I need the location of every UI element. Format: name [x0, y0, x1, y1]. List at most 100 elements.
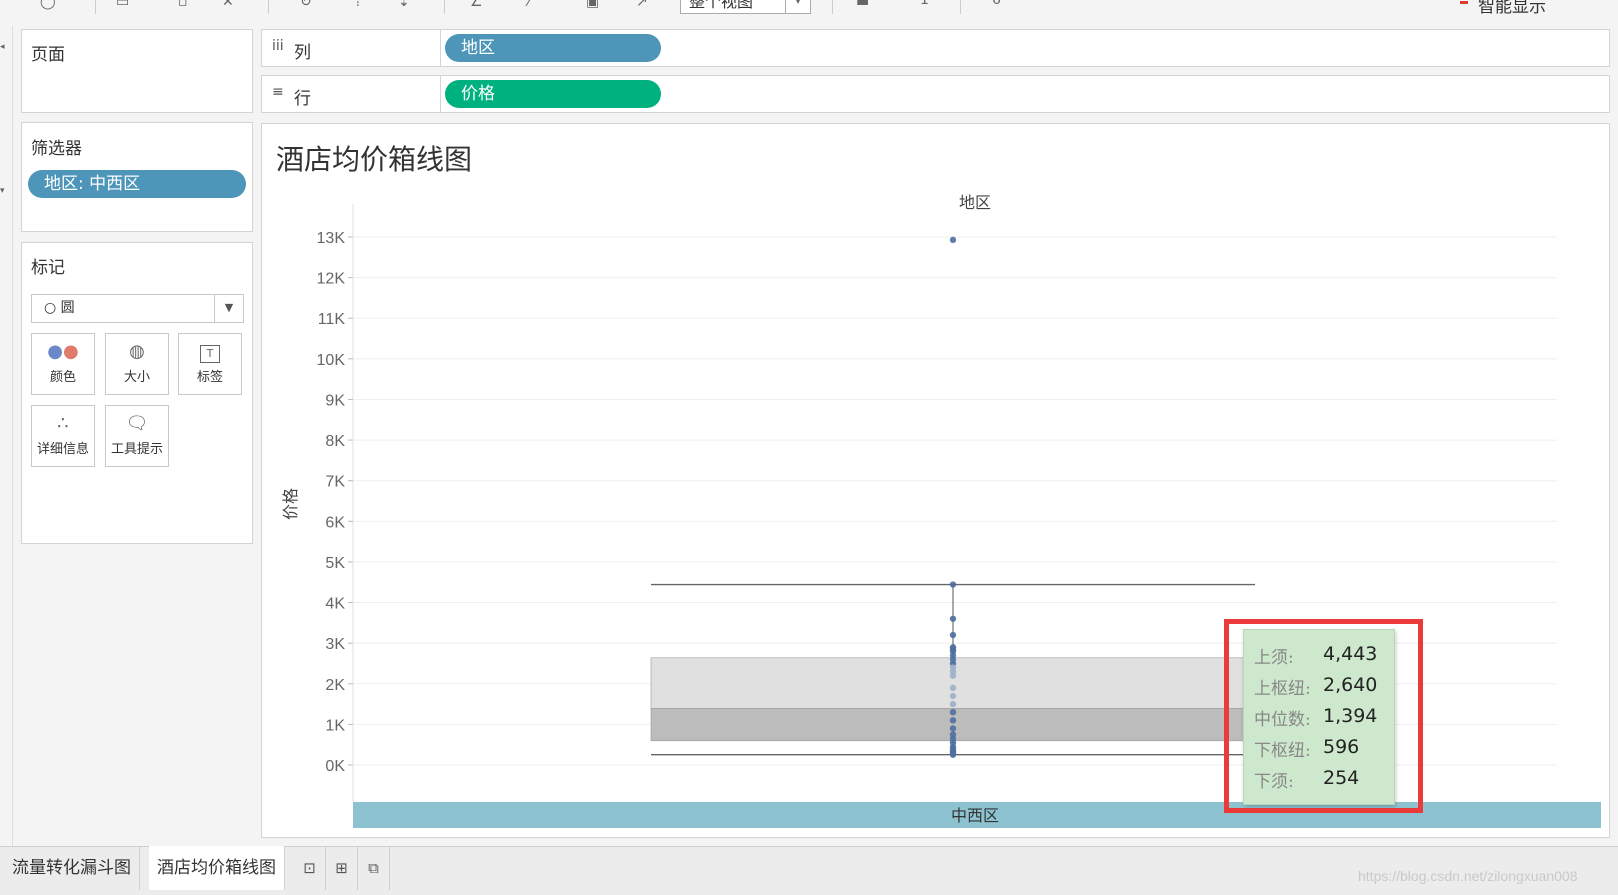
new-worksheet-icon[interactable]: ⊡	[294, 846, 326, 890]
chevron-down-icon: ▾	[785, 0, 810, 13]
detail-button[interactable]: ∴ 详细信息	[31, 405, 95, 467]
toolbar-number-a: 1	[920, 0, 929, 8]
y-axis-label: 价格	[282, 488, 300, 520]
y-axis: 0K 1K 2K 3K 4K 5K 6K 7K 8K 9K 10K 11K 12K 13K	[317, 230, 353, 775]
data-point	[949, 581, 957, 588]
labels-icon[interactable]: ▣	[586, 0, 599, 10]
label-button[interactable]: T 标签	[178, 333, 242, 395]
category-label: 中西区	[951, 807, 999, 825]
pages-card[interactable]: 页面	[21, 29, 253, 113]
filters-card[interactable]: 筛选器 地区: 中西区	[21, 122, 253, 232]
rows-shelf[interactable]: ≡ 行 价格	[261, 75, 1610, 113]
view-mode-dropdown[interactable]: 整个视图 ▾	[680, 0, 811, 14]
data-point	[949, 751, 957, 758]
marks-card-title: 标记	[31, 258, 65, 278]
speech-bubble-icon: 🗨	[125, 413, 149, 434]
tab-funnel-chart[interactable]: 流量转化漏斗图	[4, 846, 140, 890]
size-button-label: 大小	[123, 370, 150, 385]
y-tick-label: 4K	[325, 596, 345, 613]
highlight-annotation-box	[1224, 619, 1423, 813]
data-point	[949, 725, 957, 732]
data-point	[949, 684, 957, 692]
y-tick-label: 5K	[325, 555, 345, 572]
smart-show-label: 智能显示	[1478, 0, 1546, 17]
y-tick-label: 7K	[325, 474, 345, 491]
filter-pill-region[interactable]: 地区: 中西区	[28, 170, 246, 198]
filters-card-title: 筛选器	[31, 139, 82, 159]
undo-icon[interactable]: ◯	[40, 0, 56, 10]
circle-icon: ○	[44, 300, 61, 316]
shelf-divider	[440, 76, 441, 112]
toolbar-divider	[444, 0, 445, 14]
y-tick-label: 8K	[325, 433, 345, 450]
duplicate-icon[interactable]: ▫	[178, 0, 188, 10]
view-mode-value: 整个视图	[689, 0, 754, 11]
text-label-icon: T	[179, 334, 241, 366]
y-tick-label: 10K	[317, 352, 346, 369]
sort-asc-icon[interactable]: ⇡	[352, 0, 364, 10]
highlight-icon[interactable]: ∠	[470, 0, 483, 10]
y-tick-label: 11K	[318, 311, 346, 328]
color-button[interactable]: ●● 颜色	[31, 333, 95, 395]
tooltip-button[interactable]: 🗨 工具提示	[105, 405, 169, 467]
color-button-label: 颜色	[49, 370, 76, 385]
data-point	[949, 615, 957, 622]
sort-desc-icon[interactable]: ⇣	[398, 0, 410, 10]
smart-show-button[interactable]: 智能显示	[1460, 0, 1546, 17]
column-header: 地区	[959, 194, 991, 212]
data-pane-edge: ◂ ▾	[0, 26, 13, 846]
y-tick-label: 6K	[325, 514, 345, 531]
size-button[interactable]: ◍ 大小	[105, 333, 169, 395]
clear-sheet-icon[interactable]: ✕	[222, 0, 234, 10]
y-tick-label: 12K	[317, 271, 346, 288]
mark-type-value: 圆	[60, 300, 75, 316]
tab-box-plot[interactable]: 酒店均价箱线图	[149, 846, 285, 890]
tooltip-button-label: 工具提示	[110, 442, 163, 457]
watermark: https://blog.csdn.net/zilongxuan008	[1358, 868, 1578, 884]
data-point	[949, 700, 957, 708]
new-story-icon[interactable]: ⧉	[358, 846, 390, 890]
rows-shelf-label: 行	[294, 89, 311, 109]
toolbar-divider	[268, 0, 269, 14]
columns-shelf[interactable]: iii 列 地区	[261, 29, 1610, 67]
new-worksheet-icon[interactable]: ▭	[116, 0, 129, 10]
size-icon: ◍	[129, 341, 145, 362]
group-icon[interactable]: ⁄	[528, 0, 530, 10]
toolbar-divider	[832, 0, 833, 14]
toolbar-divider	[95, 0, 96, 14]
y-tick-label: 9K	[325, 392, 345, 409]
y-tick-label: 2K	[325, 677, 345, 694]
collapse-arrow-icon[interactable]: ◂	[0, 42, 5, 52]
fit-icon[interactable]: ▬	[856, 0, 869, 10]
mark-type-dropdown[interactable]: ○ 圆 ▼	[31, 294, 244, 323]
new-dashboard-icon[interactable]: ⊞	[326, 846, 358, 890]
data-point	[949, 692, 957, 700]
toolbar: ◯ ▭ ▫ ✕ ↻ ⇡ ⇣ ∠ ⁄ ▣ ↗ 整个视图 ▾ ▬ 1 6 智能显示	[0, 0, 1618, 17]
y-tick-label: 13K	[317, 230, 346, 247]
collapse-arrow-icon[interactable]: ▾	[0, 186, 5, 196]
data-point	[949, 709, 957, 716]
chevron-down-icon: ▼	[214, 295, 243, 322]
data-point	[949, 672, 957, 679]
columns-pill-region[interactable]: 地区	[445, 34, 661, 62]
data-point	[949, 717, 957, 724]
columns-icon: iii	[272, 38, 284, 54]
data-point	[949, 631, 957, 639]
detail-icon: ∴	[57, 413, 69, 434]
detail-button-label: 详细信息	[36, 442, 89, 457]
y-tick-label: 1K	[325, 717, 345, 734]
data-point	[949, 236, 957, 244]
y-tick-label: 3K	[325, 636, 345, 653]
swap-icon[interactable]: ↻	[300, 0, 312, 10]
label-button-label: 标签	[196, 370, 223, 385]
toolbar-divider	[960, 0, 961, 14]
y-tick-label: 0K	[325, 758, 345, 775]
toolbar-number-b: 6	[992, 0, 1001, 8]
pin-icon[interactable]: ↗	[636, 0, 648, 10]
columns-shelf-label: 列	[294, 43, 311, 63]
color-icon: ●●	[47, 341, 79, 362]
rows-icon: ≡	[272, 84, 284, 100]
rows-pill-price[interactable]: 价格	[445, 80, 661, 108]
pages-card-title: 页面	[31, 45, 65, 65]
shelf-divider	[440, 30, 441, 66]
